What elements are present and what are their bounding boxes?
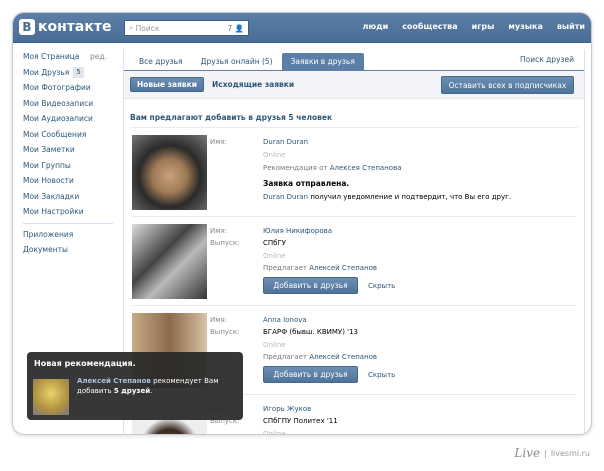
recommendation-toast[interactable]: Новая рекомендация. Алексей Степанов рек… [27, 352, 243, 420]
user-name-link[interactable]: Duran Duran [263, 193, 308, 201]
sidebar-item-notes[interactable]: Мои Заметки [23, 142, 113, 158]
subtabs: Новые заявки Исходящие заявки Оставить в… [124, 71, 584, 99]
online-status: Online [263, 341, 286, 349]
leave-all-subscribers-button[interactable]: Оставить всех в подписчиках [441, 76, 574, 94]
live-logo: Live [514, 446, 541, 460]
user-name-link[interactable]: Юлия Никифорова [263, 227, 332, 235]
sidebar-item-apps[interactable]: Приложения [23, 227, 113, 243]
add-friend-button[interactable]: Добавить в друзья [263, 366, 358, 383]
recommender-link[interactable]: Алексея Степанова [330, 164, 402, 172]
nav-games[interactable]: игры [472, 22, 495, 31]
sidebar-item-bookmarks[interactable]: Мои Закладки [23, 189, 113, 205]
toast-name-link[interactable]: Алексей Степанов [77, 377, 151, 385]
divider [23, 222, 113, 224]
request-row: Имя: Выпуск: Юлия Никифорова СПбГУ Onlin… [132, 217, 576, 306]
search-icon: ⌕ [129, 23, 136, 32]
sidebar-item-videos[interactable]: Мои Видеозаписи [23, 96, 113, 112]
header: Вконтакте ⌕ Поиск 7 👤 люди сообщества игр… [13, 13, 591, 43]
outgoing-requests-tab[interactable]: Исходящие заявки [212, 80, 294, 89]
hide-link[interactable]: Скрыть [368, 282, 395, 290]
request-sent-title: Заявка отправлена. [263, 179, 350, 188]
tabs: Все друзья Друзья онлайн (5) Заявки в др… [124, 49, 584, 71]
online-status: Online [263, 430, 286, 435]
sidebar-item-messages[interactable]: Мои Сообщения [23, 127, 113, 143]
graduation: СПбГПУ Политех '11 [263, 417, 338, 425]
sidebar-item-docs[interactable]: Документы [23, 242, 113, 258]
sidebar-item-settings[interactable]: Мои Настройки [23, 204, 113, 220]
sidebar-item-audio[interactable]: Мои Аудиозаписи [23, 111, 113, 127]
sidebar-item-groups[interactable]: Мои Группы [23, 158, 113, 174]
edit-link[interactable]: ред. [90, 49, 107, 64]
tab-friends-online[interactable]: Друзья онлайн (5) [192, 53, 282, 70]
recommender-link[interactable]: Алексей Степанов [309, 264, 377, 272]
online-status: Online [263, 151, 286, 159]
nav-communities[interactable]: сообщества [402, 22, 457, 31]
avatar[interactable] [132, 135, 207, 210]
nav-music[interactable]: музыка [508, 22, 542, 31]
avatar[interactable] [132, 224, 207, 299]
request-row: Имя: Duran Duran Online Рекомендация от … [132, 128, 576, 217]
toast-title: Новая рекомендация. [34, 359, 136, 368]
sidebar-item-friends[interactable]: Мои Друзья 5 [23, 65, 113, 81]
top-nav: люди сообщества игры музыка выйти [362, 22, 585, 31]
find-friends-link[interactable]: Поиск друзей [520, 55, 574, 64]
sidebar-item-my-page[interactable]: Моя Страница ред. [23, 49, 113, 65]
graduation: БГАРФ (бывш. КВИМУ) '13 [263, 328, 358, 336]
search-count: 7 👤 [227, 23, 244, 33]
add-friend-button[interactable]: Добавить в друзья [263, 277, 358, 294]
recommender-link[interactable]: Алексей Степанов [309, 353, 377, 361]
tab-all-friends[interactable]: Все друзья [130, 53, 192, 70]
friends-badge: 5 [73, 66, 84, 78]
sidebar-item-news[interactable]: Мои Новости [23, 173, 113, 189]
user-name-link[interactable]: Игорь Жуков [263, 405, 311, 413]
user-name-link[interactable]: Duran Duran [263, 138, 308, 146]
new-requests-tab[interactable]: Новые заявки [130, 77, 204, 92]
nav-people[interactable]: люди [362, 22, 388, 31]
hide-link[interactable]: Скрыть [368, 371, 395, 379]
user-name-link[interactable]: Anna Ionova [263, 316, 307, 324]
toast-avatar [33, 379, 69, 415]
online-status: Online [263, 252, 286, 260]
logo[interactable]: Вконтакте [19, 19, 111, 35]
section-title: Вам предлагают добавить в друзья 5 челов… [130, 113, 578, 128]
nav-logout[interactable]: выйти [557, 22, 585, 31]
watermark: Live | livesmi.ru [514, 446, 590, 460]
graduation: СПбГУ [263, 239, 287, 247]
sidebar-item-photos[interactable]: Мои Фотографии [23, 80, 113, 96]
tab-friend-requests[interactable]: Заявки в друзья [281, 53, 364, 70]
search-input[interactable]: ⌕ Поиск 7 👤 [124, 20, 249, 36]
sidebar: Моя Страница ред. Мои Друзья 5 Мои Фотогра… [23, 49, 113, 258]
